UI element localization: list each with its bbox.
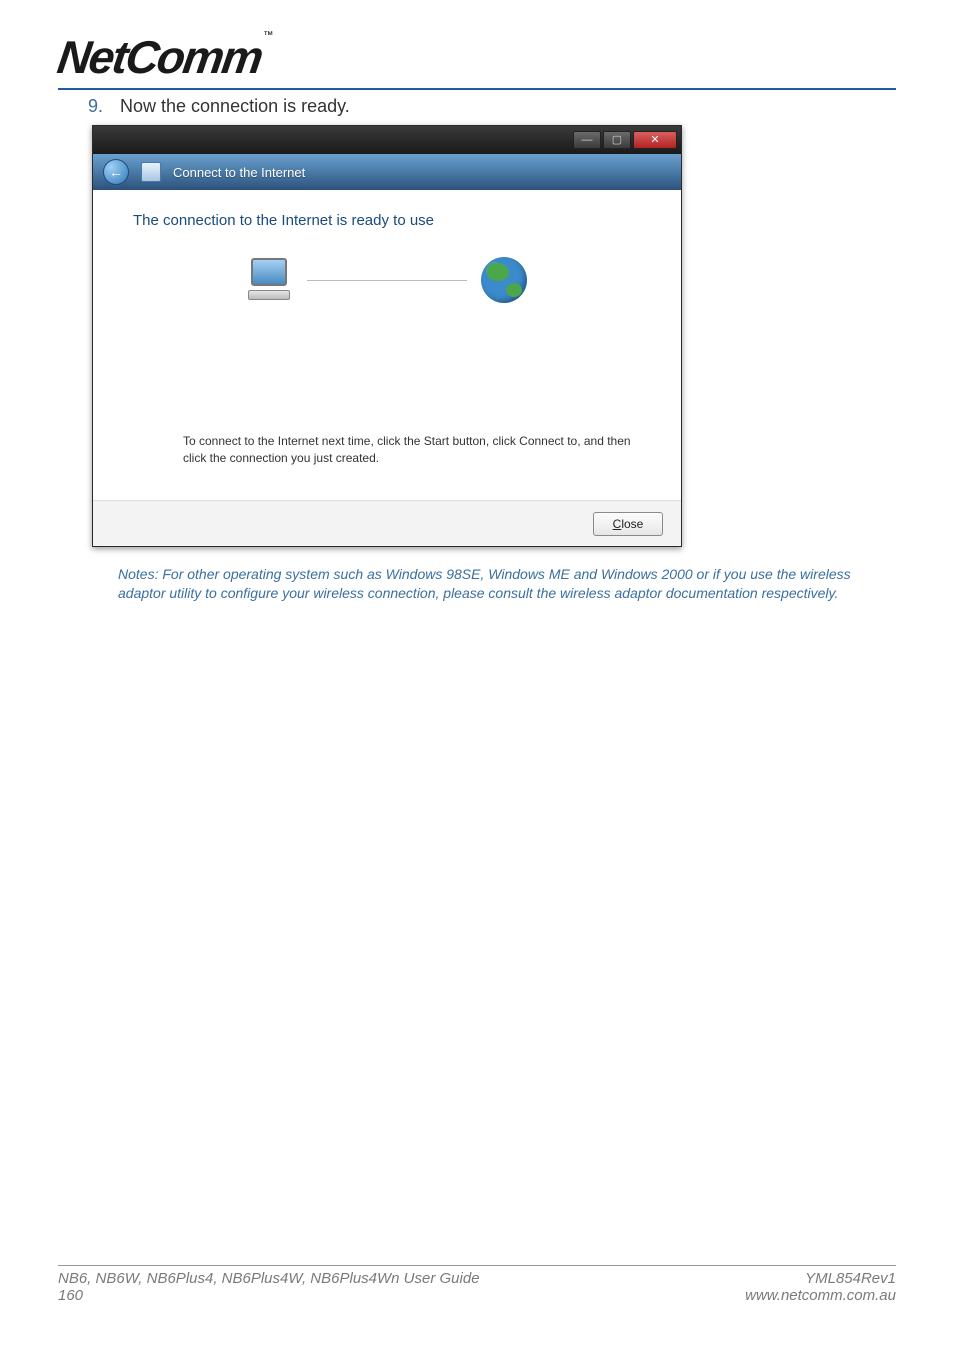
brand-name: NetComm bbox=[54, 30, 265, 84]
notes-text: Notes: For other operating system such a… bbox=[118, 565, 896, 603]
computer-icon bbox=[247, 258, 293, 302]
footer-divider bbox=[58, 1265, 896, 1266]
dialog-heading: The connection to the Internet is ready … bbox=[133, 212, 641, 229]
dialog-footer: Close bbox=[93, 500, 681, 546]
back-button[interactable]: ← bbox=[103, 159, 129, 185]
footer-guide-name: NB6, NB6W, NB6Plus4, NB6Plus4W, NB6Plus4… bbox=[58, 1270, 480, 1287]
footer-revision: YML854Rev1 bbox=[745, 1270, 896, 1287]
footer-page-number: 160 bbox=[58, 1287, 480, 1304]
dialog-window: — ▢ ✕ ← Connect to the Internet The conn… bbox=[92, 125, 682, 547]
close-icon: ✕ bbox=[650, 135, 659, 146]
footer-url: www.netcomm.com.au bbox=[745, 1287, 896, 1304]
close-button[interactable]: Close bbox=[593, 512, 663, 536]
dialog-body: The connection to the Internet is ready … bbox=[93, 190, 681, 500]
back-arrow-icon: ← bbox=[109, 164, 123, 180]
step-text: Now the connection is ready. bbox=[120, 96, 350, 117]
step-number: 9. bbox=[88, 96, 120, 117]
header-divider bbox=[58, 88, 896, 90]
window-close-button[interactable]: ✕ bbox=[633, 131, 677, 149]
close-label-rest: lose bbox=[621, 517, 643, 531]
connection-graphic bbox=[133, 257, 641, 303]
step-item: 9. Now the connection is ready. bbox=[88, 96, 896, 117]
screenshot-container: — ▢ ✕ ← Connect to the Internet The conn… bbox=[92, 125, 896, 547]
title-bar: — ▢ ✕ bbox=[93, 126, 681, 154]
maximize-icon: ▢ bbox=[612, 135, 622, 146]
page-footer: NB6, NB6W, NB6Plus4, NB6Plus4W, NB6Plus4… bbox=[58, 1265, 896, 1304]
logo: NetComm™ bbox=[58, 30, 896, 84]
connector-line bbox=[307, 280, 467, 281]
maximize-button[interactable]: ▢ bbox=[603, 131, 631, 149]
nav-bar: ← Connect to the Internet bbox=[93, 154, 681, 190]
globe-icon bbox=[481, 257, 527, 303]
nav-title: Connect to the Internet bbox=[173, 165, 305, 180]
minimize-button[interactable]: — bbox=[573, 131, 601, 149]
instruction-text: To connect to the Internet next time, cl… bbox=[133, 433, 641, 467]
minimize-icon: — bbox=[582, 135, 593, 146]
connect-icon bbox=[141, 162, 161, 182]
